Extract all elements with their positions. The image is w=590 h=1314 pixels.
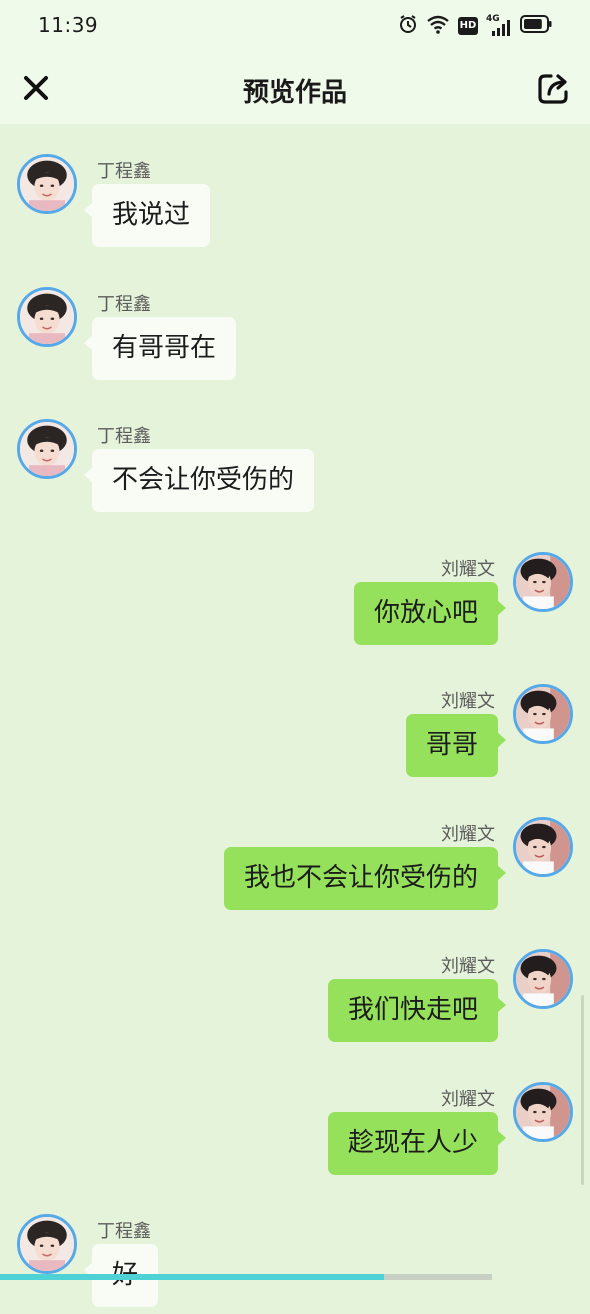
page-title: 预览作品 <box>0 72 590 109</box>
message-row: 刘耀文我们快走吧 <box>0 949 590 1049</box>
sender-name: 丁程鑫 <box>97 157 151 183</box>
sender-name: 丁程鑫 <box>97 1217 151 1243</box>
alarm-icon <box>398 14 418 38</box>
message-bubble[interactable]: 趁现在人少 <box>328 1112 498 1175</box>
wifi-icon <box>426 14 450 38</box>
message-bubble[interactable]: 你放心吧 <box>354 582 498 645</box>
message-row: 刘耀文趁现在人少 <box>0 1082 590 1182</box>
avatar[interactable] <box>17 419 77 479</box>
message-row: 丁程鑫有哥哥在 <box>0 287 590 387</box>
sender-name: 刘耀文 <box>441 687 495 713</box>
avatar[interactable] <box>17 287 77 347</box>
sender-name: 丁程鑫 <box>97 422 151 448</box>
share-button[interactable] <box>536 70 572 106</box>
avatar[interactable] <box>513 552 573 612</box>
message-row: 刘耀文哥哥 <box>0 684 590 784</box>
progress-fill <box>0 1274 384 1280</box>
cellular-signal-icon: 4G <box>486 16 512 36</box>
message-row: 刘耀文我也不会让你受伤的 <box>0 817 590 917</box>
avatar[interactable] <box>513 684 573 744</box>
avatar[interactable] <box>17 1214 77 1274</box>
header: 预览作品 <box>0 52 590 124</box>
message-bubble[interactable]: 我说过 <box>92 184 210 247</box>
avatar[interactable] <box>17 154 77 214</box>
status-time: 11:39 <box>38 13 98 37</box>
avatar[interactable] <box>513 1082 573 1142</box>
sender-name: 刘耀文 <box>441 555 495 581</box>
status-bar: 11:39 HD 4G <box>0 0 590 52</box>
hd-icon: HD <box>458 17 478 35</box>
message-row: 丁程鑫不会让你受伤的 <box>0 419 590 519</box>
progress-track <box>0 1274 492 1280</box>
message-row: 丁程鑫好 <box>0 1214 590 1314</box>
message-bubble[interactable]: 哥哥 <box>406 714 498 777</box>
message-bubble[interactable]: 我们快走吧 <box>328 979 498 1042</box>
chat-area[interactable]: 丁程鑫我说过丁程鑫有哥哥在丁程鑫不会让你受伤的刘耀文你放心吧刘耀文哥哥刘耀文我也… <box>0 124 590 1280</box>
sender-name: 刘耀文 <box>441 1085 495 1111</box>
message-row: 刘耀文你放心吧 <box>0 552 590 652</box>
status-icons: HD 4G <box>398 14 552 38</box>
sender-name: 刘耀文 <box>441 952 495 978</box>
share-icon <box>536 70 572 106</box>
avatar[interactable] <box>513 949 573 1009</box>
message-row: 丁程鑫我说过 <box>0 154 590 254</box>
battery-icon <box>520 15 552 37</box>
message-bubble[interactable]: 我也不会让你受伤的 <box>224 847 498 910</box>
sender-name: 刘耀文 <box>441 820 495 846</box>
avatar[interactable] <box>513 817 573 877</box>
message-bubble[interactable]: 有哥哥在 <box>92 317 236 380</box>
sender-name: 丁程鑫 <box>97 290 151 316</box>
scrollbar[interactable] <box>581 995 584 1185</box>
message-bubble[interactable]: 不会让你受伤的 <box>92 449 314 512</box>
